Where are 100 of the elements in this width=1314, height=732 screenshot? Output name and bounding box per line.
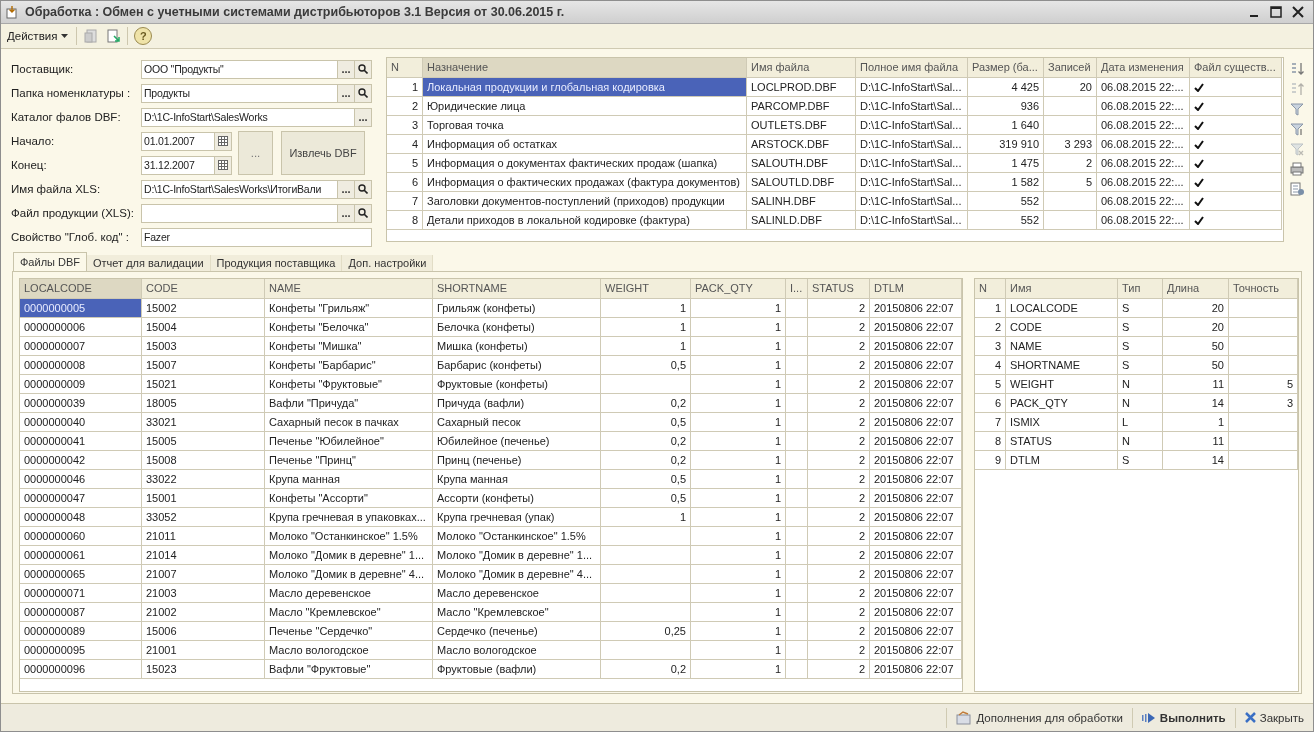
document-arrow-icon[interactable]: [105, 28, 122, 44]
extras-button[interactable]: Дополнения для обработки: [953, 708, 1126, 727]
column-header[interactable]: SHORTNAME: [433, 279, 601, 299]
column-header[interactable]: PACK_QTY: [691, 279, 786, 299]
table-cell: 1: [691, 413, 786, 432]
tab[interactable]: Файлы DBF: [13, 252, 87, 271]
input-field[interactable]: Fazer: [141, 227, 372, 247]
table-cell: 2: [808, 622, 870, 641]
input-field[interactable]: Продукты ...: [141, 83, 372, 103]
table-cell: 20: [1163, 299, 1229, 318]
search-button[interactable]: [354, 60, 371, 78]
extract-dbf-button[interactable]: Извлечь DBF: [281, 131, 365, 175]
column-header[interactable]: Имя файла: [747, 58, 856, 78]
column-header[interactable]: Размер (ба...: [968, 58, 1044, 78]
column-header[interactable]: Точность: [1229, 279, 1298, 299]
close-button[interactable]: Закрыть: [1241, 709, 1307, 726]
table-cell: 20150806 22:07: [870, 546, 962, 565]
table-cell: Фруктовые (вафли): [433, 660, 601, 679]
tab[interactable]: Отчет для валидации: [87, 255, 211, 271]
table-cell: 15003: [142, 337, 265, 356]
select-button[interactable]: ...: [337, 60, 354, 78]
table-cell: Молоко "Домик в деревне" 1...: [265, 546, 433, 565]
table-cell: D:\1C-InfoStart\Sal...: [856, 173, 968, 192]
table-cell: 1: [691, 432, 786, 451]
select-button[interactable]: ...: [337, 180, 354, 198]
column-header[interactable]: Имя: [1006, 279, 1118, 299]
list-settings-icon[interactable]: [1289, 181, 1305, 197]
table-cell: 20150806 22:07: [870, 641, 962, 660]
maximize-button[interactable]: [1269, 5, 1283, 19]
column-header[interactable]: Назначение: [423, 58, 747, 78]
search-button[interactable]: [354, 180, 371, 198]
search-button[interactable]: [354, 204, 371, 222]
help-button[interactable]: ?: [134, 27, 153, 45]
column-header[interactable]: CODE: [142, 279, 265, 299]
close-button[interactable]: [1291, 5, 1305, 19]
table-cell: 1: [691, 356, 786, 375]
empty-cell: [786, 508, 808, 527]
table-cell: 8: [387, 211, 423, 230]
table-cell: 20150806 22:07: [870, 413, 962, 432]
table-cell: Печенье "Принц": [265, 451, 433, 470]
input-field[interactable]: 31.12.2007: [141, 155, 232, 175]
table-cell: S: [1118, 318, 1163, 337]
column-header[interactable]: I...: [786, 279, 808, 299]
table-cell: Локальная продукции и глобальная кодировка: [423, 78, 747, 97]
empty-cell: [786, 546, 808, 565]
table-cell: Мишка (конфеты): [433, 337, 601, 356]
table-cell: Вафли "Причуда": [265, 394, 433, 413]
table-cell: 21002: [142, 603, 265, 622]
search-button[interactable]: [354, 84, 371, 102]
column-header[interactable]: N: [387, 58, 423, 78]
table-cell: 06.08.2015 22:...: [1097, 154, 1190, 173]
column-header[interactable]: Полное имя файла: [856, 58, 968, 78]
input-field[interactable]: ...: [141, 203, 372, 223]
actions-menu[interactable]: Действия: [5, 28, 71, 44]
column-header[interactable]: WEIGHT: [601, 279, 691, 299]
table-cell: 1: [691, 508, 786, 527]
empty-cell: [786, 584, 808, 603]
select-button[interactable]: ...: [337, 204, 354, 222]
column-header[interactable]: Файл существ...: [1190, 58, 1282, 78]
browse-button[interactable]: ...: [238, 131, 273, 175]
table-cell: [1044, 211, 1097, 230]
input-field[interactable]: D:\1C-InfoStart\SalesWorks ...: [141, 107, 372, 127]
column-header[interactable]: Длина: [1163, 279, 1229, 299]
sort-ascending-icon[interactable]: [1289, 61, 1305, 77]
filter-icon[interactable]: [1289, 101, 1305, 117]
calendar-button[interactable]: [214, 132, 231, 150]
input-field[interactable]: 01.01.2007: [141, 131, 232, 151]
calendar-button[interactable]: [214, 156, 231, 174]
input-field[interactable]: ООО "Продукты" ...: [141, 59, 372, 79]
table-cell: 1: [691, 489, 786, 508]
table-cell: Крупа манная: [265, 470, 433, 489]
column-header[interactable]: Дата изменения: [1097, 58, 1190, 78]
table-cell: 33022: [142, 470, 265, 489]
table-cell: 0,5: [601, 489, 691, 508]
table-cell: Молоко "Останкинское" 1.5%: [265, 527, 433, 546]
table-cell: Информация о фактических продажах (фактура документов): [423, 173, 747, 192]
column-header[interactable]: N: [975, 279, 1006, 299]
run-button[interactable]: Выполнить: [1138, 709, 1229, 726]
printer-icon[interactable]: [1289, 161, 1305, 177]
tab[interactable]: Продукция поставщика: [210, 255, 343, 271]
table-cell: Масло деревенское: [265, 584, 433, 603]
table-cell: 50: [1163, 337, 1229, 356]
empty-cell: [786, 432, 808, 451]
column-header[interactable]: NAME: [265, 279, 433, 299]
column-header[interactable]: DTLM: [870, 279, 962, 299]
input-field[interactable]: D:\1C-InfoStart\SalesWorks\ИтогиВали ...: [141, 179, 372, 199]
table-cell: 06.08.2015 22:...: [1097, 78, 1190, 97]
column-header[interactable]: Записей: [1044, 58, 1097, 78]
select-button[interactable]: ...: [337, 84, 354, 102]
column-header[interactable]: STATUS: [808, 279, 870, 299]
table-cell: 1: [691, 660, 786, 679]
table-cell: DTLM: [1006, 451, 1118, 470]
column-header[interactable]: LOCALCODE: [20, 279, 142, 299]
table-cell: 06.08.2015 22:...: [1097, 135, 1190, 154]
filter-settings-icon[interactable]: [1289, 121, 1305, 137]
column-header[interactable]: Тип: [1118, 279, 1163, 299]
select-button[interactable]: ...: [354, 108, 371, 126]
tab[interactable]: Доп. настройки: [342, 255, 434, 271]
table-cell: 06.08.2015 22:...: [1097, 116, 1190, 135]
empty-cell: [786, 660, 808, 679]
